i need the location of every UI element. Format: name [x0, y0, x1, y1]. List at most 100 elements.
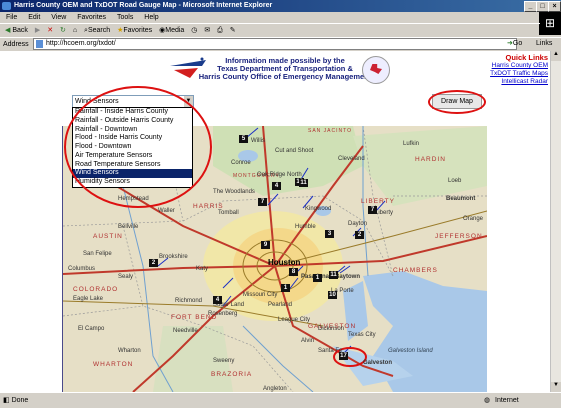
credit-line-3: Harris County Office of Emergency Manage… [198, 72, 372, 81]
place-liberty: Liberty [375, 210, 394, 216]
place-katy: Katy [196, 266, 209, 272]
sensor-marker[interactable]: 8 [289, 268, 298, 276]
place-galveston-island: Galveston Island [388, 348, 433, 354]
internet-zone-icon: ◍ [484, 397, 491, 404]
sensor-marker[interactable]: 11 [299, 179, 308, 187]
place-texas-city: Texas City [348, 332, 376, 338]
title-bar: Harris County OEM and TxDOT Road Gauge M… [0, 0, 561, 12]
sensor-marker[interactable]: 1 [313, 274, 322, 282]
harris-county-seal-icon [362, 56, 390, 84]
place-wharton: Wharton [118, 348, 141, 354]
county-label-liberty: LIBERTY [361, 198, 395, 205]
scroll-down-icon[interactable]: ▼ [551, 382, 561, 392]
favorites-button[interactable]: ★Favorites [117, 27, 152, 34]
links-label[interactable]: Links [536, 38, 552, 49]
place-houston: Houston [268, 258, 301, 267]
place-cleveland: Cleveland [338, 156, 365, 162]
stop-icon[interactable]: ✕ [47, 27, 53, 34]
county-label-hardin: HARDIN [415, 156, 446, 163]
place-columbus: Columbus [68, 266, 96, 272]
place-alvin: Alvin [301, 338, 315, 344]
sensor-marker[interactable]: 1 [281, 284, 290, 292]
history-icon[interactable]: ◷ [191, 27, 197, 34]
sensor-marker[interactable]: 3 [325, 230, 334, 238]
county-label-san-jacinto: SAN JACINTO [308, 128, 352, 134]
place-brookshire: Brookshire [159, 254, 188, 260]
search-button[interactable]: ⌕Search [84, 27, 110, 34]
link-intellicast-radar[interactable]: Intellicast Radar [460, 78, 548, 86]
place-waller: Waller [158, 208, 175, 214]
ie-icon [2, 2, 11, 10]
sensor-marker[interactable]: 4 [213, 296, 222, 304]
place-beaumont: Beaumont [446, 196, 476, 202]
status-text: Done [11, 397, 29, 404]
sensor-marker[interactable]: 2 [355, 231, 364, 239]
sensor-marker[interactable]: 10 [328, 291, 337, 299]
menu-tools[interactable]: Tools [117, 14, 133, 21]
place-rosenberg: Rosenberg [208, 311, 238, 317]
home-icon[interactable]: ⌂ [73, 27, 77, 34]
go-button[interactable]: ➜Go [507, 38, 522, 49]
place-dayton: Dayton [348, 221, 368, 227]
place-bellville: Bellville [118, 224, 139, 230]
link-txdot-traffic-maps[interactable]: TxDOT Traffic Maps [460, 70, 548, 78]
back-arrow-icon: ◀ [5, 27, 11, 34]
forward-button[interactable]: ▶ [35, 27, 40, 34]
place-el-campo: El Campo [78, 326, 105, 332]
sensor-marker[interactable]: 4 [272, 182, 281, 190]
place-league-city: League City [278, 317, 311, 323]
county-label-chambers: CHAMBERS [393, 267, 438, 274]
menu-favorites[interactable]: Favorites [77, 14, 106, 21]
toolbar: ◀ Back ▶ ✕ ↻ ⌂ ⌕Search ★Favorites ◉Media… [0, 23, 540, 37]
place-needville: Needville [173, 328, 198, 334]
sensor-marker[interactable]: 9 [261, 241, 270, 249]
status-bar: ◧ Done ◍ Internet [0, 392, 561, 408]
menu-view[interactable]: View [51, 14, 66, 21]
place-cut-and-shoot: Cut and Shoot [275, 148, 314, 154]
county-label-colorado: COLORADO [73, 286, 119, 293]
place-kingwood: Kingwood [305, 206, 332, 212]
back-button[interactable]: ◀ Back [5, 27, 28, 34]
vertical-scrollbar[interactable]: ▲ ▼ [550, 51, 561, 392]
county-label-austin: AUSTIN [93, 233, 123, 240]
place-sealy: Sealy [118, 274, 134, 280]
address-url: http://hcoem.org/txdot/ [46, 40, 116, 47]
refresh-icon[interactable]: ↻ [60, 27, 66, 34]
place-the-woodlands: The Woodlands [213, 189, 255, 195]
sensor-marker[interactable]: 7 [258, 198, 267, 206]
menu-bar: File Edit View Favorites Tools Help [0, 12, 561, 23]
place-willis: Willis [251, 138, 265, 144]
sensor-marker[interactable]: 17 [339, 352, 348, 360]
window-title: Harris County OEM and TxDOT Road Gauge M… [14, 2, 273, 9]
place-galveston: Galveston [363, 360, 393, 366]
security-zone: Internet [495, 397, 519, 404]
menu-file[interactable]: File [6, 14, 17, 21]
county-label-harris: HARRIS [193, 203, 224, 210]
link-harris-county-oem[interactable]: Harris County OEM [460, 62, 548, 70]
county-label-brazoria: BRAZORIA [211, 371, 253, 378]
sensor-marker[interactable]: 2 [149, 259, 158, 267]
address-label: Address [3, 41, 29, 48]
sensor-marker[interactable]: 11 [329, 271, 338, 279]
menu-edit[interactable]: Edit [28, 14, 40, 21]
sensor-marker[interactable]: 5 [239, 135, 248, 143]
page-done-icon: ◧ [3, 397, 10, 404]
place-tomball: Tomball [218, 210, 239, 216]
county-label-jefferson: JEFFERSON [435, 233, 483, 240]
address-input[interactable]: http://hcoem.org/txdot/ [33, 38, 517, 50]
menu-help[interactable]: Help [144, 14, 158, 21]
edit-icon[interactable]: ✎ [230, 27, 236, 34]
place-sweeny: Sweeny [213, 358, 235, 364]
scroll-up-icon[interactable]: ▲ [551, 51, 561, 61]
place-baytown: Baytown [335, 274, 361, 280]
sensor-marker[interactable]: 7 [368, 206, 377, 214]
close-button[interactable]: × [548, 1, 561, 12]
place-san-felipe: San Felipe [83, 251, 112, 257]
print-icon[interactable]: ⎙ [217, 27, 223, 34]
place-loeb: Loeb [448, 178, 462, 184]
annotation-ellipse-dropdown [64, 86, 212, 208]
media-button[interactable]: ◉Media [159, 27, 184, 34]
place-pearland: Pearland [268, 302, 293, 308]
mail-icon[interactable]: ✉ [204, 27, 210, 34]
place-conroe: Conroe [231, 160, 251, 166]
